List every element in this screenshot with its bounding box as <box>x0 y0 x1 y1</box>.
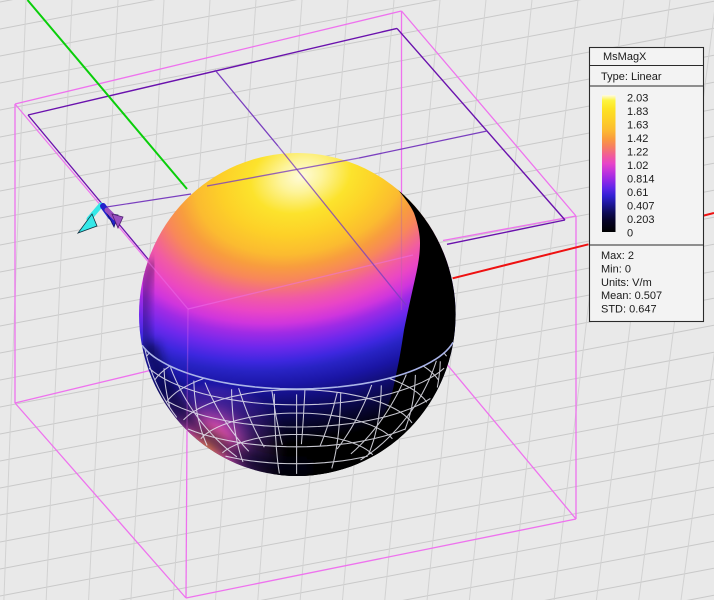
svg-text:1.42: 1.42 <box>627 133 648 145</box>
svg-text:1.83: 1.83 <box>627 106 648 118</box>
svg-text:2.03: 2.03 <box>627 93 648 105</box>
svg-text:Mean: 0.507: Mean: 0.507 <box>601 290 662 302</box>
svg-text:Max: 2: Max: 2 <box>601 250 634 262</box>
svg-text:1.02: 1.02 <box>627 160 648 172</box>
svg-text:1.22: 1.22 <box>627 147 648 159</box>
svg-text:Type: Linear: Type: Linear <box>601 71 662 83</box>
svg-text:STD: 0.647: STD: 0.647 <box>601 304 657 316</box>
svg-text:Units: V/m: Units: V/m <box>601 277 652 289</box>
svg-text:0.814: 0.814 <box>627 174 655 186</box>
svg-text:0.407: 0.407 <box>627 201 655 213</box>
svg-text:1.63: 1.63 <box>627 120 648 132</box>
svg-text:0: 0 <box>627 228 633 240</box>
svg-text:MsMagX: MsMagX <box>603 51 647 63</box>
svg-text:0.203: 0.203 <box>627 214 655 226</box>
svg-text:Min: 0: Min: 0 <box>601 263 631 275</box>
svg-text:0.61: 0.61 <box>627 187 648 199</box>
